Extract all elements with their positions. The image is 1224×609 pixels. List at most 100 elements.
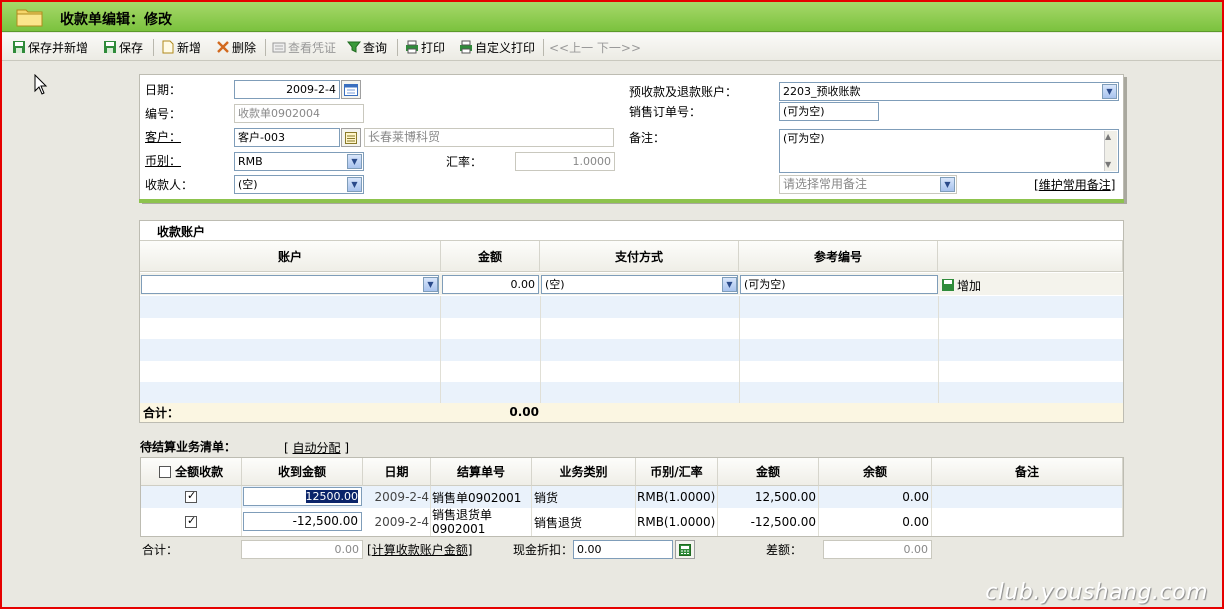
chevron-down-icon[interactable]: ▼ [1102,84,1117,99]
sales-order-label: 销售订单号： [629,105,702,119]
payee-label: 收款人： [145,178,194,192]
prepay-account-select[interactable]: 2203_预收账款 [779,82,1119,101]
column-header-actions [938,241,1123,272]
reference-field[interactable]: (可为空) [740,275,938,294]
column-header-remark: 备注 [932,458,1123,486]
maintain-remark-link[interactable]: [维护常用备注] [1034,176,1115,193]
lookup-list-icon [345,131,357,144]
account-select[interactable] [141,275,439,294]
cash-discount-label: 现金折扣： [513,543,574,557]
prev-next-navigation[interactable]: <<上一 下一>> [549,39,641,55]
customer-lookup-button[interactable] [341,128,361,147]
chevron-down-icon[interactable]: ▼ [347,154,362,169]
accounts-total-amount: 0.00 [509,405,539,419]
common-remark-select[interactable]: 请选择常用备注 [779,175,957,194]
column-header-currency-rate: 币别/汇率 [636,458,718,486]
chevron-down-icon[interactable]: ▼ [940,177,955,192]
save-new-icon [13,41,25,53]
column-header-doc-no: 结算单号 [431,458,532,486]
currency-rate-cell: RMB(1.0000) [636,486,718,508]
mouse-cursor-icon [34,74,48,95]
printer-icon [406,40,418,54]
query-button[interactable]: 查询 [347,39,387,55]
window-title: 收款单编辑：修改 [60,12,172,28]
title-bar: 收款单编辑：修改 [2,2,1222,32]
calculator-button[interactable] [675,540,695,559]
select-all-checkbox[interactable] [158,465,171,478]
received-amount-field[interactable]: -12,500.00 [243,512,362,531]
settlement-total-label: 合计： [142,543,179,557]
remark-textarea[interactable]: (可为空) [779,129,1119,173]
folder-icon [16,9,43,27]
auto-allocate-link[interactable]: [ 自动分配 ] [284,439,349,456]
column-header-type: 业务类别 [532,458,636,486]
save-button[interactable]: 保存 [103,39,143,55]
new-document-icon [162,40,174,54]
calculator-icon [679,543,691,556]
amount-cell: -12,500.00 [718,508,819,536]
date-label: 日期： [145,83,182,97]
new-button[interactable]: 新增 [161,39,201,55]
select-all-header[interactable]: 全额收款 [141,458,242,486]
customer-code-field[interactable]: 客户-003 [234,128,340,147]
chevron-down-icon[interactable]: ▼ [347,177,362,192]
accounts-section-title: 收款账户 [157,225,206,239]
received-amount-field[interactable]: 12500.00 [243,487,362,506]
balance-cell: 0.00 [819,486,932,508]
add-icon [942,279,954,291]
save-and-new-button[interactable]: 保存并新增 [12,39,88,55]
row-checkbox[interactable] [185,489,197,503]
toolbar-divider [153,39,154,56]
column-header-received: 收到金额 [242,458,363,486]
add-account-button[interactable]: 增加 [941,277,981,293]
toolbar-divider [543,39,544,56]
custom-print-button[interactable]: 自定义打印 [459,39,535,55]
rate-label: 汇率： [446,155,483,169]
type-cell: 销售退货 [532,508,636,536]
query-icon [347,41,361,53]
column-header-amount: 金额 [441,241,540,272]
save-icon [104,41,116,53]
column-header-amount: 金额 [718,458,819,486]
settlement-total-field: 0.00 [241,540,363,559]
chevron-down-icon[interactable]: ▼ [722,277,737,292]
calc-account-amount-link[interactable]: [计算收款账户金额] [367,541,472,558]
difference-label: 差额： [766,543,803,557]
accounts-total-row [140,403,1123,422]
customer-label[interactable]: 客户： [145,128,181,145]
account-amount-field[interactable]: 0.00 [442,275,539,294]
payee-select[interactable]: (空) [234,175,364,194]
date-field[interactable]: 2009-2-4 [234,80,340,99]
prepay-account-label: 预收款及退款账户： [629,85,738,99]
delete-button[interactable]: 删除 [216,39,256,55]
payment-method-select[interactable]: (空) [541,275,738,294]
printer-icon [460,40,472,54]
sales-order-field[interactable]: (可为空) [779,102,879,121]
form-bottom-bar [139,199,1124,203]
column-header-account: 账户 [140,241,441,272]
row-checkbox[interactable] [185,514,197,528]
calendar-button[interactable] [341,80,361,99]
currency-rate-cell: RMB(1.0000) [636,508,718,536]
empty-row [140,361,1123,382]
currency-label[interactable]: 币别： [145,152,181,169]
toolbar-divider [397,39,398,56]
scroll-down-icon[interactable]: ▼ [1105,160,1111,169]
settlement-section-title: 待结算业务清单： [140,440,237,454]
doc-no-cell: 销售退货单0902001 [431,508,532,536]
watermark-text: club.youshang.com [985,580,1208,605]
scroll-up-icon[interactable]: ▲ [1105,132,1111,141]
empty-row [140,318,1123,339]
chevron-down-icon[interactable]: ▼ [423,277,438,292]
balance-cell: 0.00 [819,508,932,536]
type-cell: 销货 [532,486,636,508]
cash-discount-field[interactable]: 0.00 [573,540,673,559]
view-voucher-button[interactable]: 查看凭证 [272,39,336,55]
calendar-icon [344,83,358,96]
rate-field[interactable]: 1.0000 [515,152,615,171]
remark-cell [932,486,1123,508]
currency-select[interactable]: RMB [234,152,364,171]
print-button[interactable]: 打印 [405,39,445,55]
empty-row [140,339,1123,361]
number-field[interactable]: 收款单0902004 [234,104,364,123]
